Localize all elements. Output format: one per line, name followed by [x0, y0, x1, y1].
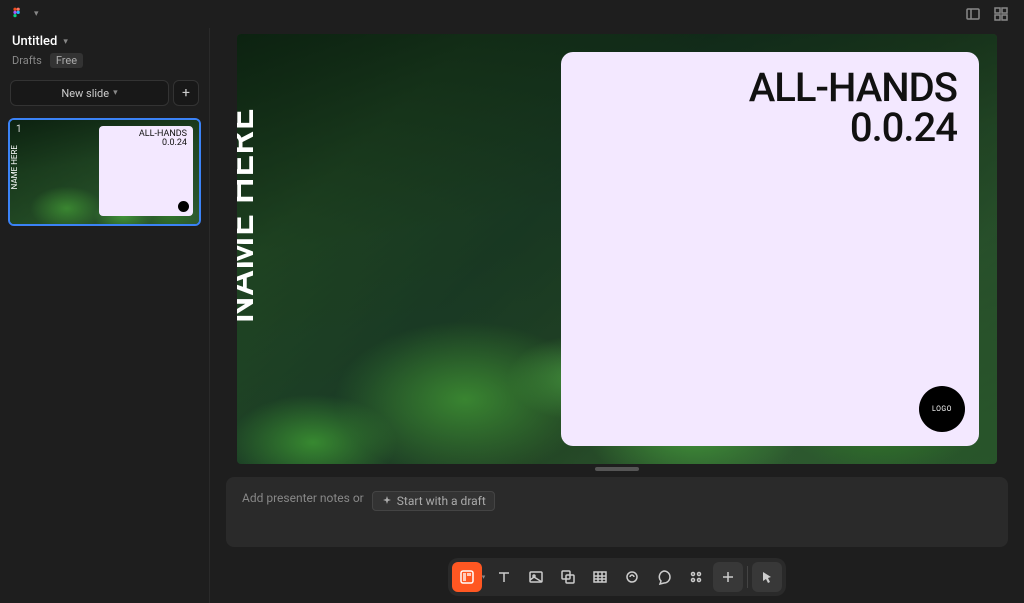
new-slide-label: New slide	[61, 87, 109, 100]
components-tool-button[interactable]	[681, 562, 711, 592]
document-location[interactable]: Drafts	[12, 54, 42, 67]
cursor-tool-button[interactable]	[752, 562, 782, 592]
sidebar-header: Untitled ▾ Drafts Free	[0, 28, 209, 72]
shape-tool-button[interactable]	[553, 562, 583, 592]
top-bar: ▾	[0, 0, 1024, 28]
text-tool-button[interactable]	[489, 562, 519, 592]
document-title[interactable]: Untitled	[12, 34, 57, 49]
add-slide-button[interactable]: +	[173, 80, 199, 106]
slide-panel[interactable]: ALL-HANDS 0.0.24 LOGO	[561, 52, 979, 446]
logo-text: LOGO	[932, 405, 952, 413]
panel-logo[interactable]: LOGO	[919, 386, 965, 432]
panel-title[interactable]: ALL-HANDS 0.0.24	[749, 68, 957, 148]
figma-logo-icon[interactable]	[12, 7, 26, 21]
panel-title-line1: ALL-HANDS	[749, 68, 957, 108]
sparkle-icon	[381, 495, 393, 507]
slide[interactable]: YOUR COMPANY NAME HERE ALL-HANDS 0.0.24 …	[237, 34, 997, 464]
slide-canvas[interactable]: YOUR COMPANY NAME HERE ALL-HANDS 0.0.24 …	[210, 28, 1024, 465]
plan-badge[interactable]: Free	[50, 53, 83, 68]
grid-view-button[interactable]	[990, 3, 1012, 25]
comment-tool-button[interactable]	[649, 562, 679, 592]
slide-number: 1	[16, 124, 22, 135]
presenter-notes[interactable]: Add presenter notes or Start with a draf…	[226, 477, 1008, 547]
notes-resize-handle[interactable]	[595, 467, 639, 471]
toolbar-divider	[747, 566, 748, 588]
new-slide-button[interactable]: New slide ▾	[10, 80, 169, 106]
chevron-down-icon: ▾	[113, 88, 118, 98]
template-tool-button[interactable]	[452, 562, 482, 592]
bottom-toolbar: ▾	[210, 555, 1024, 603]
canvas-area: YOUR COMPANY NAME HERE ALL-HANDS 0.0.24 …	[210, 28, 1024, 603]
start-with-draft-button[interactable]: Start with a draft	[372, 491, 495, 511]
sidebar: Untitled ▾ Drafts Free New slide ▾ + 1 Y…	[0, 28, 210, 603]
draft-button-label: Start with a draft	[397, 494, 486, 508]
panel-toggle-button[interactable]	[962, 3, 984, 25]
chevron-down-icon[interactable]: ▾	[34, 9, 39, 19]
notes-placeholder: Add presenter notes or	[242, 491, 364, 505]
table-tool-button[interactable]	[585, 562, 615, 592]
chevron-down-icon[interactable]: ▾	[63, 37, 68, 47]
stamp-tool-button[interactable]	[617, 562, 647, 592]
slide-vertical-text[interactable]: YOUR COMPANY NAME HERE	[237, 36, 262, 396]
thumb-logo-icon	[178, 201, 189, 212]
chevron-down-icon[interactable]: ▾	[482, 573, 486, 581]
thumb-title-2: 0.0.24	[139, 139, 187, 148]
add-tool-button[interactable]	[713, 562, 743, 592]
vtext-line2: NAME HERE	[237, 36, 262, 396]
panel-title-line2: 0.0.24	[749, 108, 957, 148]
slide-thumbnail[interactable]: 1 YOUR COMPANY NAME HERE ALL-HANDS 0.0.2…	[8, 118, 201, 226]
main-area: Untitled ▾ Drafts Free New slide ▾ + 1 Y…	[0, 28, 1024, 603]
slide-thumbnail-list: 1 YOUR COMPANY NAME HERE ALL-HANDS 0.0.2…	[0, 114, 209, 230]
thumb-vtext-2: NAME HERE	[10, 128, 18, 206]
image-tool-button[interactable]	[521, 562, 551, 592]
